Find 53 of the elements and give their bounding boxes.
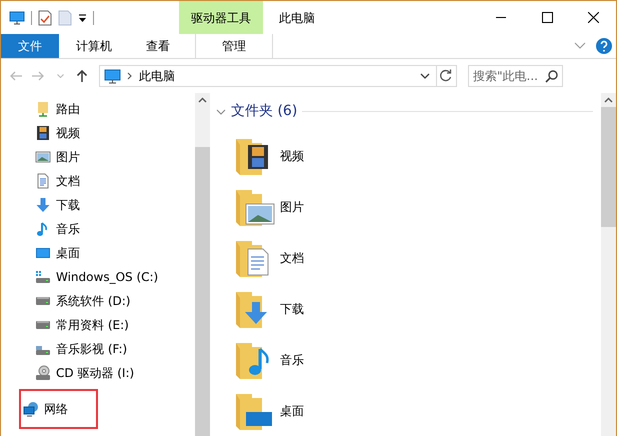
film-icon [35, 125, 51, 141]
nav-item[interactable]: 系统软件 (D:) [35, 289, 134, 313]
desktop-icon [35, 245, 51, 261]
highlighted-nav-item[interactable]: 网络 [21, 391, 96, 427]
group-header[interactable]: 文件夹 (6) [231, 101, 298, 122]
folder-item[interactable]: 文档 [216, 232, 601, 283]
folder-icon [35, 101, 51, 117]
address-field[interactable]: 此电脑 [99, 65, 457, 87]
folder-item[interactable]: 桌面 [216, 385, 601, 436]
path-segment[interactable]: 此电脑 [139, 67, 175, 85]
file-menu-tab[interactable]: 文件 [1, 34, 59, 58]
picture-icon [35, 149, 51, 165]
nav-item[interactable]: CD 驱动器 (I:) [35, 361, 138, 385]
nav-item[interactable]: 视频 [35, 121, 84, 145]
scrollbar[interactable] [601, 93, 616, 436]
collapse-chevron-icon[interactable] [216, 106, 226, 116]
dropdown-caret-icon[interactable] [78, 12, 87, 22]
nav-item[interactable]: Windows_OS (C:) [35, 265, 162, 289]
folder-item[interactable]: 下载 [216, 283, 601, 334]
computer-icon[interactable] [9, 10, 25, 26]
expand-ribbon-chevron-icon[interactable] [574, 42, 586, 50]
nav-item[interactable]: 路由 [35, 97, 84, 121]
close-icon[interactable] [588, 12, 598, 23]
folder-item[interactable]: 音乐 [216, 334, 601, 385]
chevron-right-icon [127, 72, 133, 80]
nav-item[interactable]: 文档 [35, 169, 84, 193]
network-icon [23, 401, 39, 417]
window-title: 此电脑 [279, 10, 315, 26]
scrollbar[interactable] [195, 93, 210, 436]
document-icon [35, 173, 51, 189]
computer-icon [104, 68, 121, 84]
context-tab-group-label: 驱动器工具 [179, 1, 263, 34]
drive-icon [35, 269, 51, 285]
nav-item[interactable]: 图片 [35, 145, 84, 169]
nav-item[interactable]: 下载 [35, 193, 84, 217]
nav-item[interactable]: 音乐 [35, 217, 84, 241]
nav-item[interactable]: 音乐影视 (F:) [35, 337, 132, 361]
maximize-icon[interactable] [542, 12, 552, 23]
help-icon[interactable] [596, 38, 612, 54]
ribbon-tab[interactable]: 查看 [129, 34, 187, 58]
nav-item[interactable]: 桌面 [35, 241, 84, 265]
cd-drive-icon [35, 365, 51, 381]
scroll-up-icon[interactable] [198, 97, 207, 103]
checked-document-icon[interactable] [38, 10, 52, 26]
folder-item[interactable]: 视频 [216, 130, 601, 181]
search-field[interactable]: 搜索"此电... [468, 65, 563, 87]
down-arrow-icon [35, 197, 51, 213]
search-icon [545, 70, 558, 82]
ribbon-tab[interactable]: 计算机 [59, 34, 129, 58]
nav-item[interactable]: 常用资料 (E:) [35, 313, 133, 337]
dropdown-chevron-icon[interactable] [420, 72, 430, 80]
scroll-up-icon[interactable] [604, 97, 613, 103]
folder-item[interactable]: 图片 [216, 181, 601, 232]
